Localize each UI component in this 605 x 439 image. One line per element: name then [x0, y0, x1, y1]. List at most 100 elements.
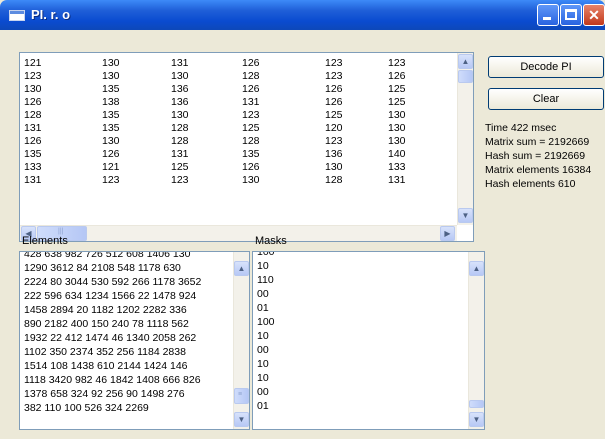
close-icon: ✕ [588, 7, 600, 23]
close-button[interactable]: ✕ [583, 4, 605, 26]
matrix-cell: 130 [102, 70, 120, 82]
window-title: PI. r. o [31, 7, 71, 22]
matrix-cell: 123 [388, 57, 406, 69]
matrix-cell: 130 [242, 174, 260, 186]
matrix-cell: 123 [325, 135, 343, 147]
masks-line: 100 [257, 316, 275, 328]
matrix-cell: 135 [102, 122, 120, 134]
matrix-cell: 126 [24, 135, 42, 147]
matrix-cell: 130 [325, 161, 343, 173]
scroll-right-button[interactable]: ▶ [440, 226, 455, 241]
elements-vertical-scrollbar[interactable]: ▲ ≡ ▼ [233, 252, 249, 429]
masks-line: 10 [257, 372, 269, 384]
masks-line: 01 [257, 302, 269, 314]
elements-line: 890 2182 400 150 240 78 1118 562 [24, 318, 189, 330]
matrix-cell: 130 [388, 135, 406, 147]
scroll-down-button[interactable]: ▼ [469, 412, 484, 427]
elements-line: 1102 350 2374 352 256 1184 2838 [24, 346, 186, 358]
matrix-cell: 131 [242, 96, 260, 108]
matrix-cell: 128 [242, 70, 260, 82]
matrix-cell: 120 [325, 122, 343, 134]
matrix-cell: 126 [242, 161, 260, 173]
matrix-cell: 130 [102, 57, 120, 69]
elements-line: 1932 22 412 1474 46 1340 2058 262 [24, 332, 197, 344]
matrix-cell: 125 [388, 96, 406, 108]
masks-line: 100 [257, 251, 275, 258]
masks-line: 01 [257, 400, 269, 412]
matrix-cell: 126 [325, 83, 343, 95]
scroll-up-button[interactable]: ▲ [469, 261, 484, 276]
matrix-vertical-scrollbar[interactable]: ▲ ▼ [457, 53, 473, 225]
matrix-cell: 131 [24, 122, 42, 134]
matrix-cell: 130 [102, 135, 120, 147]
minimize-button[interactable] [537, 4, 559, 26]
matrix-cell: 131 [171, 57, 189, 69]
matrix-horizontal-scrollbar[interactable]: ◀ ||| ▶ [20, 225, 457, 241]
matrix-cell: 128 [24, 109, 42, 121]
matrix-cell: 126 [242, 57, 260, 69]
scroll-thumb[interactable]: ≡ [234, 388, 249, 404]
matrix-cell: 130 [171, 70, 189, 82]
maximize-button[interactable] [560, 4, 582, 26]
matrix-cell: 125 [171, 161, 189, 173]
scroll-down-button[interactable]: ▼ [458, 208, 473, 223]
matrix-cell: 123 [325, 70, 343, 82]
scroll-down-button[interactable]: ▼ [234, 412, 249, 427]
elements-line: 1118 3420 982 46 1842 1408 666 826 [24, 374, 201, 386]
masks-line: 00 [257, 386, 269, 398]
masks-line: 10 [257, 260, 269, 272]
elements-line: 1458 2894 20 1182 1202 2282 336 [24, 304, 187, 316]
matrix-cell: 125 [388, 83, 406, 95]
masks-line: 10 [257, 330, 269, 342]
elements-line: 1378 658 324 92 256 90 1498 276 [24, 388, 185, 400]
matrix-cell: 121 [24, 57, 42, 69]
scroll-thumb[interactable] [458, 70, 473, 83]
elements-line: 2224 80 3044 530 592 266 1178 3652 [24, 276, 202, 288]
matrix-elements-label: Matrix elements 16384 [485, 164, 592, 176]
window-icon [9, 10, 25, 21]
matrix-cell: 128 [325, 174, 343, 186]
matrix-cell: 133 [24, 161, 42, 173]
elements-line: 1514 108 1438 610 2144 1424 146 [24, 360, 188, 372]
masks-textarea[interactable]: 100 10 110 00 01 100 10 00 10 10 00 01 ▲ ▼ [252, 251, 485, 430]
elements-line: 428 638 982 726 512 608 1406 130 [24, 251, 191, 260]
clear-button[interactable]: Clear [488, 88, 604, 110]
matrix-cell: 136 [171, 83, 189, 95]
elements-label: Elements [22, 235, 68, 247]
matrix-cell: 140 [388, 148, 406, 160]
elements-textarea[interactable]: 428 638 982 726 512 608 1406 130 1290 361… [19, 251, 250, 430]
scroll-thumb[interactable] [469, 400, 484, 408]
matrix-textarea[interactable]: 121 130 131 126 123 123 123 130 130 128 123 126 130 1… [19, 52, 474, 242]
matrix-cell: 135 [24, 148, 42, 160]
title-bar[interactable]: PI. r. o ✕ [0, 0, 605, 30]
masks-vertical-scrollbar[interactable]: ▲ ▼ [468, 252, 484, 429]
scroll-up-button[interactable]: ▲ [234, 261, 249, 276]
masks-line: 00 [257, 288, 269, 300]
time-label: Time 422 msec [485, 122, 557, 134]
masks-line: 110 [257, 274, 274, 286]
matrix-cell: 123 [102, 174, 120, 186]
matrix-cell: 130 [388, 109, 406, 121]
matrix-cell: 126 [388, 70, 406, 82]
matrix-cell: 123 [171, 174, 189, 186]
matrix-cell: 123 [325, 57, 343, 69]
matrix-cell: 126 [242, 83, 260, 95]
matrix-cell: 130 [24, 83, 42, 95]
matrix-cell: 128 [171, 135, 189, 147]
elements-line: 1290 3612 84 2108 548 1178 630 [24, 262, 181, 274]
masks-line: 00 [257, 344, 269, 356]
elements-line: 382 110 100 526 324 2269 [24, 402, 149, 414]
matrix-cell: 121 [102, 161, 120, 173]
matrix-sum-label: Matrix sum = 2192669 [485, 136, 590, 148]
matrix-cell: 135 [102, 109, 120, 121]
decode-pi-button[interactable]: Decode PI [488, 56, 604, 78]
matrix-cell: 126 [102, 148, 120, 160]
hash-elements-label: Hash elements 610 [485, 178, 576, 190]
matrix-cell: 125 [325, 109, 343, 121]
matrix-cell: 130 [171, 109, 189, 121]
matrix-cell: 136 [171, 96, 189, 108]
matrix-cell: 135 [242, 148, 260, 160]
masks-label: Masks [255, 235, 287, 247]
scroll-up-button[interactable]: ▲ [458, 54, 473, 69]
masks-line: 10 [257, 358, 269, 370]
